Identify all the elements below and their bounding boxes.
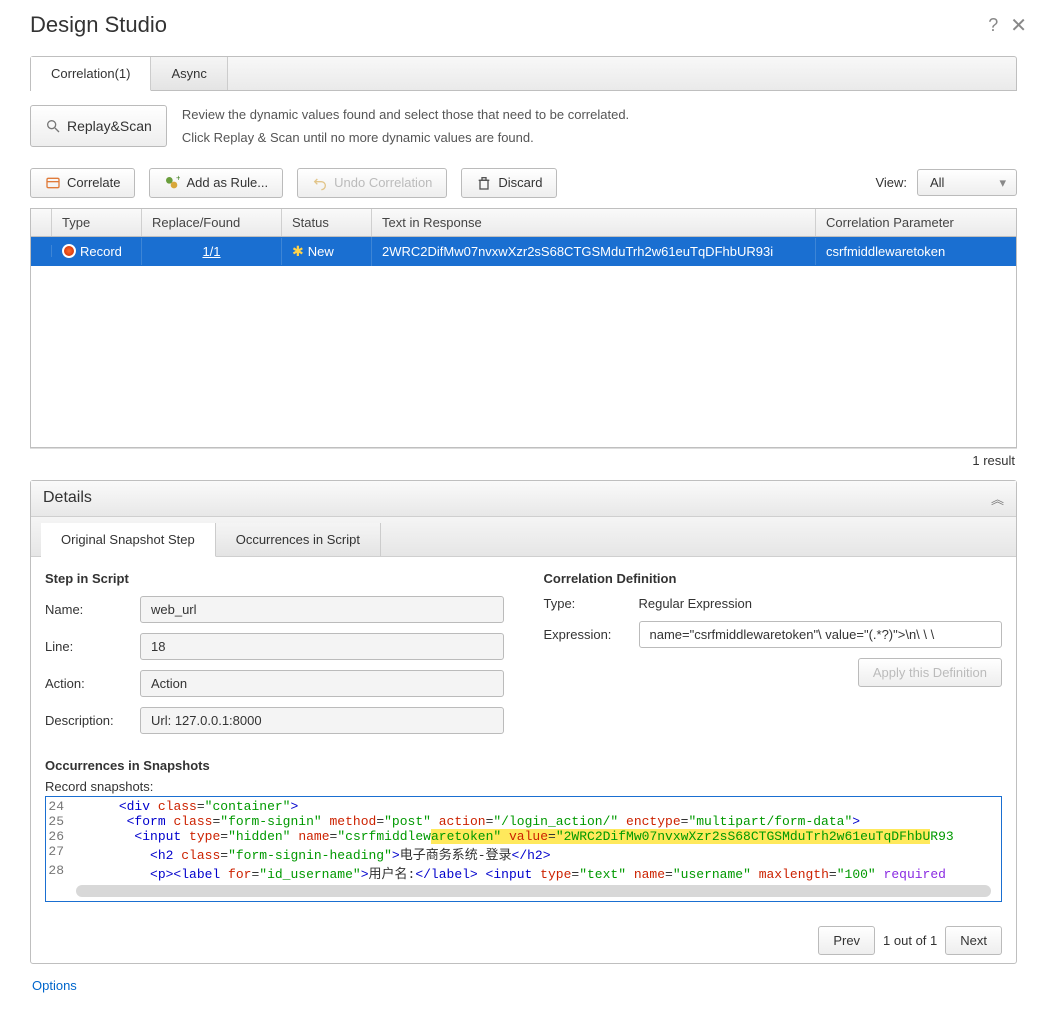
undo-correlation-label: Undo Correlation [334, 175, 432, 190]
correlate-icon [45, 175, 61, 191]
col-type[interactable]: Type [52, 209, 142, 236]
step-in-script-heading: Step in Script [45, 571, 504, 586]
action-input[interactable]: Action [140, 670, 504, 697]
svg-text:+: + [176, 175, 180, 182]
hint-line-2: Click Replay & Scan until no more dynami… [182, 126, 629, 149]
line-label: Line: [45, 639, 140, 654]
action-label: Action: [45, 676, 140, 691]
record-snapshots-label: Record snapshots: [45, 779, 1002, 794]
new-star-icon: ✱ [292, 243, 304, 260]
occurrences-heading: Occurrences in Snapshots [45, 758, 1002, 773]
next-button[interactable]: Next [945, 926, 1002, 955]
pager-count: 1 out of 1 [883, 933, 937, 948]
view-value: All [930, 175, 944, 190]
corr-type-value: Regular Expression [639, 596, 752, 611]
description-label: Description: [45, 713, 140, 728]
hint-line-1: Review the dynamic values found and sele… [182, 103, 629, 126]
description-input[interactable]: Url: 127.0.0.1:8000 [140, 707, 504, 734]
dialog-title: Design Studio [30, 12, 167, 38]
col-param[interactable]: Correlation Parameter [816, 209, 1016, 236]
corr-expr-input[interactable]: name="csrfmiddlewaretoken"\ value="(.*?)… [639, 621, 1003, 648]
grid-row[interactable]: Record 1/1 ✱ New 2WRC2DifMw07nvxwXzr2sS68… [31, 237, 1016, 266]
undo-icon [312, 175, 328, 191]
add-rule-icon: + [164, 175, 180, 191]
line-number: 24 [46, 799, 72, 814]
toolbar: Correlate + Add as Rule... Undo Correlat… [30, 162, 1017, 208]
help-icon[interactable]: ? [988, 15, 998, 36]
correlate-label: Correlate [67, 175, 120, 190]
corr-type-label: Type: [544, 596, 639, 611]
col-text[interactable]: Text in Response [372, 209, 816, 236]
discard-label: Discard [498, 175, 542, 190]
line-number: 28 [46, 863, 72, 882]
row-type: Record [80, 244, 122, 259]
code-line: <div class="container"> [72, 799, 298, 814]
close-icon[interactable]: ✕ [1010, 13, 1027, 38]
details-tabs: Original Snapshot Step Occurrences in Sc… [31, 517, 1016, 557]
code-viewer[interactable]: 24 <div class="container"> 25 <form clas… [45, 796, 1002, 902]
design-studio-dialog: Design Studio ? ✕ Correlation(1) Async R… [0, 0, 1047, 1032]
line-number: 25 [46, 814, 72, 829]
corr-expr-label: Expression: [544, 627, 639, 642]
code-line: <input type="hidden" name="csrfmiddlewar… [72, 829, 954, 844]
add-as-rule-button[interactable]: + Add as Rule... [149, 168, 283, 198]
row-status: New [308, 244, 334, 259]
apply-definition-button: Apply this Definition [858, 658, 1002, 687]
results-grid: Type Replace/Found Status Text in Respon… [30, 208, 1017, 448]
title-bar: Design Studio ? ✕ [0, 0, 1047, 56]
row-replace[interactable]: 1/1 [142, 238, 282, 265]
tab-occurrences[interactable]: Occurrences in Script [216, 523, 381, 556]
name-input[interactable]: web_url [140, 596, 504, 623]
correlate-button[interactable]: Correlate [30, 168, 135, 198]
replay-scan-button[interactable]: Replay&Scan [30, 105, 167, 147]
tab-original-snapshot[interactable]: Original Snapshot Step [41, 523, 216, 557]
tab-correlation[interactable]: Correlation(1) [31, 57, 151, 91]
tab-async[interactable]: Async [151, 57, 227, 90]
prev-button[interactable]: Prev [818, 926, 875, 955]
row-param: csrfmiddlewaretoken [816, 238, 1016, 265]
code-line: <p><label for="id_username">用户名:</label>… [72, 863, 946, 882]
horizontal-scrollbar[interactable] [76, 885, 991, 897]
result-count: 1 result [30, 448, 1017, 472]
col-replace[interactable]: Replace/Found [142, 209, 282, 236]
row-text: 2WRC2DifMw07nvxwXzr2sS68CTGSMduTrh2w61eu… [372, 238, 816, 265]
main-tabs: Correlation(1) Async [30, 56, 1017, 91]
hints: Review the dynamic values found and sele… [182, 103, 629, 150]
name-label: Name: [45, 602, 140, 617]
record-icon [62, 244, 76, 258]
collapse-icon[interactable]: ︽ [991, 489, 1004, 508]
col-status[interactable]: Status [282, 209, 372, 236]
pager: Prev 1 out of 1 Next [31, 916, 1016, 963]
line-number: 26 [46, 829, 72, 844]
details-panel: Details ︽ Original Snapshot Step Occurre… [30, 480, 1017, 964]
line-input[interactable]: 18 [140, 633, 504, 660]
code-line: <form class="form-signin" method="post" … [72, 814, 860, 829]
add-as-rule-label: Add as Rule... [186, 175, 268, 190]
details-title: Details [43, 489, 92, 507]
col-checkbox[interactable] [31, 209, 52, 236]
options-link[interactable]: Options [30, 964, 1017, 1013]
undo-correlation-button: Undo Correlation [297, 168, 447, 198]
magnifier-icon [45, 118, 61, 134]
correlation-definition-heading: Correlation Definition [544, 571, 1003, 586]
view-label: View: [875, 175, 907, 190]
grid-header: Type Replace/Found Status Text in Respon… [31, 209, 1016, 237]
replay-scan-label: Replay&Scan [67, 118, 152, 134]
code-line: <h2 class="form-signin-heading">电子商务系统-登… [72, 844, 551, 863]
line-number: 27 [46, 844, 72, 863]
discard-button[interactable]: Discard [461, 168, 557, 198]
trash-icon [476, 175, 492, 191]
view-select[interactable]: All [917, 169, 1017, 196]
